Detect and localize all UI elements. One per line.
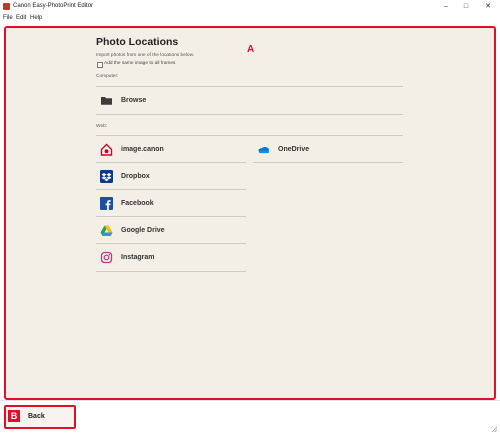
app-icon (3, 3, 10, 10)
google-drive-label: Google Drive (121, 227, 165, 234)
menu-help[interactable]: Help (30, 14, 42, 23)
image-canon-icon (100, 143, 113, 156)
page-description: Import photos from one of the locations … (96, 53, 195, 58)
service-google-drive[interactable]: Google Drive (100, 224, 245, 237)
service-image-canon[interactable]: image.canon (100, 143, 245, 156)
divider (96, 86, 403, 87)
divider (96, 162, 246, 163)
facebook-icon (100, 197, 113, 210)
service-facebook[interactable]: Facebook (100, 197, 245, 210)
photo-locations-panel (4, 26, 496, 400)
folder-icon (100, 94, 113, 107)
same-image-checkbox[interactable] (97, 62, 103, 68)
facebook-label: Facebook (121, 200, 154, 207)
onedrive-icon (257, 143, 270, 156)
instagram-label: Instagram (121, 254, 155, 261)
menu-bar: File Edit Help (0, 13, 500, 23)
menu-edit[interactable]: Edit (16, 14, 26, 23)
service-dropbox[interactable]: Dropbox (100, 170, 245, 183)
callout-b-badge: B (8, 410, 20, 422)
close-button[interactable]: ✕ (480, 0, 496, 13)
computer-section-label: Computer: (96, 74, 119, 79)
service-onedrive[interactable]: OneDrive (257, 143, 402, 156)
image-canon-label: image.canon (121, 146, 164, 153)
back-button[interactable]: B Back (4, 405, 76, 429)
maximize-button[interactable]: □ (458, 0, 474, 13)
menu-file[interactable]: File (3, 14, 13, 23)
callout-a-label: A (247, 44, 255, 55)
divider (96, 189, 246, 190)
page-title: Photo Locations (96, 36, 179, 48)
dropbox-icon (100, 170, 113, 183)
browse-item[interactable]: Browse (100, 94, 400, 107)
web-section-label: Web: (96, 124, 108, 129)
title-bar: Canon Easy-PhotoPrint Editor – □ ✕ (0, 0, 500, 14)
divider (96, 114, 403, 115)
divider (96, 243, 246, 244)
service-instagram[interactable]: Instagram (100, 251, 245, 264)
divider (96, 216, 246, 217)
divider (96, 271, 246, 272)
minimize-button[interactable]: – (438, 0, 454, 13)
instagram-icon (100, 251, 113, 264)
resize-grip-icon[interactable] (491, 420, 498, 433)
back-label: Back (28, 413, 45, 420)
dropbox-label: Dropbox (121, 173, 150, 180)
same-image-checkbox-label[interactable]: Add the same image to all frames (104, 61, 175, 66)
divider (253, 162, 403, 163)
google-drive-icon (100, 224, 113, 237)
window-title: Canon Easy-PhotoPrint Editor (13, 3, 94, 9)
onedrive-label: OneDrive (278, 146, 310, 153)
browse-label: Browse (121, 97, 147, 104)
divider (96, 135, 403, 136)
